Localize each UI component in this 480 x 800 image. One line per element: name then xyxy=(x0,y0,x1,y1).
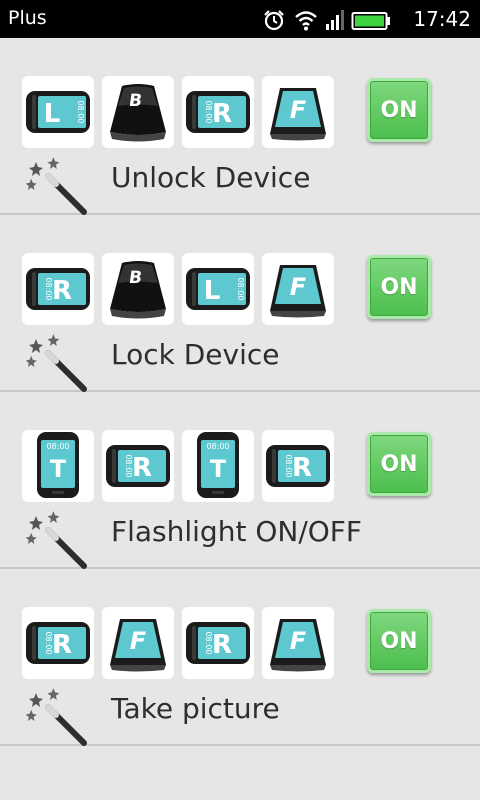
gesture-letter: L xyxy=(204,276,221,306)
magic-wand-icon xyxy=(25,508,90,572)
gesture-back-icon: B xyxy=(102,76,174,148)
gesture-landscape-icon: R 08:00 xyxy=(182,76,254,148)
status-bar: Plus 17:42 xyxy=(0,0,480,38)
status-icons xyxy=(264,10,390,31)
action-label: Flashlight ON/OFF xyxy=(111,515,363,548)
gesture-letter: R xyxy=(132,453,152,483)
gesture-letter: R xyxy=(212,99,232,129)
gesture-letter: T xyxy=(50,455,67,483)
gesture-portrait-icon: 08:00 T xyxy=(22,430,94,502)
gesture-front-icon: F xyxy=(262,607,334,679)
clock: 17:42 xyxy=(413,7,471,31)
gesture-list: L 08:00 B R 08:00 F ON Unlock Device R 0… xyxy=(0,38,480,746)
gesture-letter: R xyxy=(52,630,72,660)
battery-icon xyxy=(351,12,390,30)
gesture-landscape-icon: R 08:00 xyxy=(22,607,94,679)
gesture-letter: F xyxy=(290,627,307,655)
magic-wand-icon xyxy=(25,331,90,395)
gesture-letter: R xyxy=(212,630,232,660)
gesture-clock: 08:00 xyxy=(124,454,133,477)
gesture-landscape-icon: R 08:00 xyxy=(262,430,334,502)
gesture-landscape-icon: R 08:00 xyxy=(102,430,174,502)
signal-icon xyxy=(326,10,344,30)
gesture-landscape-icon: R 08:00 xyxy=(182,607,254,679)
magic-wand-icon xyxy=(25,685,90,749)
gesture-landscape-icon: R 08:00 xyxy=(22,253,94,325)
gesture-portrait-icon: 08:00 T xyxy=(182,430,254,502)
action-row[interactable]: R 08:00 B L 08:00 F ON Lock Device xyxy=(0,215,480,392)
magic-wand-icon xyxy=(25,154,90,218)
gesture-clock: 08:00 xyxy=(44,631,53,654)
wifi-icon xyxy=(295,11,317,31)
gesture-clock: 08:00 xyxy=(46,442,69,451)
gesture-clock: 08:00 xyxy=(236,277,245,300)
gesture-letter: F xyxy=(130,627,147,655)
alarm-icon xyxy=(264,10,284,31)
gesture-landscape-icon: L 08:00 xyxy=(22,76,94,148)
action-row[interactable]: L 08:00 B R 08:00 F ON Unlock Device xyxy=(0,38,480,215)
carrier-name: Plus xyxy=(8,7,47,29)
gesture-clock: 08:00 xyxy=(76,100,85,123)
toggle-on-button[interactable]: ON xyxy=(367,255,431,319)
gesture-front-icon: F xyxy=(262,76,334,148)
action-label: Take picture xyxy=(111,692,280,725)
action-row[interactable]: R 08:00 F R 08:00 F ON Take picture xyxy=(0,569,480,746)
gesture-clock: 08:00 xyxy=(284,454,293,477)
gesture-clock: 08:00 xyxy=(206,442,229,451)
gesture-front-icon: F xyxy=(262,253,334,325)
gesture-letter: F xyxy=(290,96,307,124)
gesture-front-icon: F xyxy=(102,607,174,679)
gesture-letter: L xyxy=(44,99,61,129)
toggle-on-button[interactable]: ON xyxy=(367,432,431,496)
gesture-back-icon: B xyxy=(102,253,174,325)
gesture-clock: 08:00 xyxy=(204,631,213,654)
toggle-on-button[interactable]: ON xyxy=(367,609,431,673)
gesture-letter: R xyxy=(52,276,72,306)
toggle-on-button[interactable]: ON xyxy=(367,78,431,142)
gesture-landscape-icon: L 08:00 xyxy=(182,253,254,325)
gesture-letter: T xyxy=(210,455,227,483)
gesture-letter: R xyxy=(292,453,312,483)
action-row[interactable]: 08:00 T R 08:00 08:00 T R 08:00 ON Flash… xyxy=(0,392,480,569)
gesture-letter: F xyxy=(290,273,307,301)
gesture-clock: 08:00 xyxy=(204,100,213,123)
gesture-clock: 08:00 xyxy=(44,277,53,300)
action-label: Unlock Device xyxy=(111,161,311,194)
action-label: Lock Device xyxy=(111,338,280,371)
